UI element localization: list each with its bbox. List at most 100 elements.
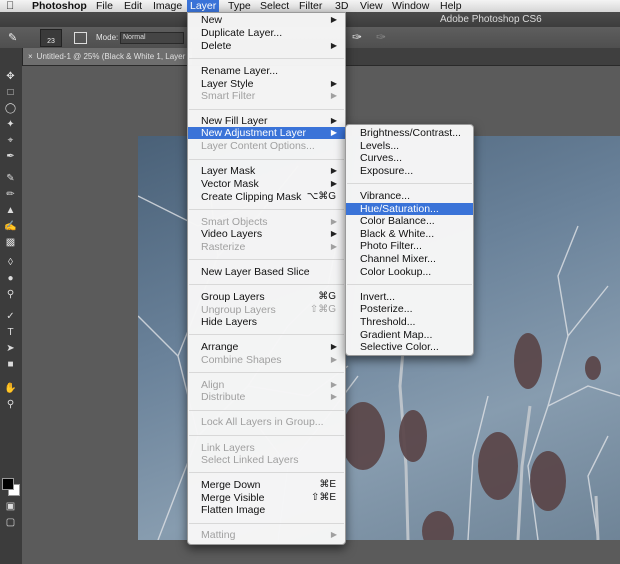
shortcut-label: ⇧⌘E (310, 492, 336, 503)
menu-item-rename-layer[interactable]: Rename Layer... (188, 65, 345, 77)
menu-edit[interactable]: Edit (121, 0, 145, 12)
menu-item-distribute: Distribute ▶ (201, 391, 337, 403)
menu-item-hue-saturation[interactable]: Hue/Saturation... (346, 203, 473, 215)
clone-stamp-tool-icon[interactable]: ▲ (3, 204, 18, 217)
blur-tool-icon[interactable]: ● (3, 272, 18, 285)
quick-mask-icon[interactable]: ▣ (3, 500, 18, 513)
screen-mode-icon[interactable]: ▢ (3, 516, 18, 529)
menu-item-vibrance[interactable]: Vibrance... (346, 190, 473, 202)
menu-item-vector-mask[interactable]: Vector Mask ▶ (188, 178, 345, 190)
menu-item-color-balance[interactable]: Color Balance... (346, 215, 473, 227)
hand-tool-icon[interactable]: ✋ (3, 382, 18, 395)
history-brush-tool-icon[interactable]: ✍ (3, 220, 18, 233)
menu-3d[interactable]: 3D (332, 0, 351, 12)
menu-item-exposure[interactable]: Exposure... (346, 165, 473, 177)
menu-separator (189, 472, 344, 473)
menu-item-curves[interactable]: Curves... (346, 152, 473, 164)
apple-icon[interactable]:  (6, 0, 14, 12)
quick-select-tool-icon[interactable]: ✦ (3, 118, 18, 131)
paint-bucket-tool-icon[interactable]: ◊ (3, 256, 18, 269)
menu-item-selective-color[interactable]: Selective Color... (346, 341, 473, 353)
menu-separator (189, 435, 344, 436)
mode-select[interactable]: Normal (120, 32, 184, 44)
close-icon[interactable]: × (22, 52, 37, 61)
menu-separator (189, 284, 344, 285)
submenu-arrow-icon: ▶ (330, 229, 337, 238)
brush-size: 23 (47, 38, 55, 45)
healing-brush-tool-icon[interactable]: ✎ (3, 172, 18, 185)
menu-item-layer-mask[interactable]: Layer Mask ▶ (188, 165, 345, 177)
menu-item-invert[interactable]: Invert... (346, 291, 473, 303)
document-tab[interactable]: × Untitled-1 @ 25% (Black & White 1, Laye… (22, 48, 192, 65)
path-selection-tool-icon[interactable]: ➤ (3, 342, 18, 355)
pen-tool-icon[interactable]: ✓ (3, 310, 18, 323)
rectangle-tool-icon[interactable]: ■ (3, 358, 18, 371)
menu-item-group-layers[interactable]: Group Layers ⌘G (188, 291, 345, 303)
submenu-arrow-icon: ▶ (330, 41, 337, 50)
menu-item-black-white[interactable]: Black & White... (346, 228, 473, 240)
brush-panel-icon[interactable] (74, 32, 87, 44)
pressure-size-icon[interactable]: ✑ (376, 30, 386, 44)
shortcut-label: ⌥⌘G (306, 191, 336, 202)
foreground-color-swatch[interactable] (2, 478, 14, 490)
menu-view[interactable]: View (357, 0, 386, 12)
brush-tool-icon-panel[interactable]: ✏ (3, 188, 18, 201)
eyedropper-tool-icon[interactable]: ✒ (3, 150, 18, 163)
menu-item-video-layers[interactable]: Video Layers ▶ (188, 228, 345, 240)
submenu-arrow-icon: ▶ (330, 217, 337, 226)
menu-image[interactable]: Image (150, 0, 185, 12)
zoom-tool-icon[interactable]: ⚲ (3, 398, 18, 411)
menu-item-arrange[interactable]: Arrange ▶ (188, 341, 345, 353)
menu-item-layer-style[interactable]: Layer Style ▶ (188, 78, 345, 90)
move-tool-icon[interactable]: ✥ (3, 70, 18, 83)
menu-item-channel-mixer[interactable]: Channel Mixer... (346, 253, 473, 265)
menu-item-duplicate-layer[interactable]: Duplicate Layer... (188, 27, 345, 39)
menu-item-delete[interactable]: Delete ▶ (188, 40, 345, 52)
menu-item-new-adjustment-layer[interactable]: New Adjustment Layer ▶ (188, 127, 345, 139)
menu-item-new-fill-layer[interactable]: New Fill Layer ▶ (188, 115, 345, 127)
menu-item-flatten-image[interactable]: Flatten Image (188, 504, 345, 516)
type-tool-icon[interactable]: T (3, 326, 18, 339)
menu-item-matting: Matting ▶ (201, 529, 337, 541)
menu-window[interactable]: Window (389, 0, 432, 12)
menu-item-smart-objects: Smart Objects ▶ (201, 216, 337, 228)
app-title: Adobe Photoshop CS6 (440, 14, 542, 25)
menu-item-merge-down[interactable]: Merge Down ⌘E (188, 479, 345, 491)
shortcut-label: ⌘E (319, 479, 336, 490)
dodge-tool-icon[interactable]: ⚲ (3, 288, 18, 301)
menu-item-brightness-contrast[interactable]: Brightness/Contrast... (346, 127, 473, 139)
menu-layer[interactable]: Layer (187, 0, 220, 12)
marquee-tool-icon[interactable]: □ (3, 86, 18, 99)
menu-help[interactable]: Help (437, 0, 465, 12)
menu-separator (347, 183, 472, 184)
menu-item-select-linked-layers: Select Linked Layers (201, 454, 299, 466)
tools-panel: ✥ □ ◯ ✦ ⌖ ✒ ✎ ✏ ▲ ✍ ▩ ◊ ● ⚲ ✓ T ➤ ■ ✋ ⚲ … (0, 48, 23, 564)
menu-item-levels[interactable]: Levels... (346, 140, 473, 152)
menu-file[interactable]: File (93, 0, 116, 12)
crop-tool-icon[interactable]: ⌖ (3, 134, 18, 147)
menu-item-rasterize: Rasterize ▶ (201, 241, 337, 253)
brush-tool-icon[interactable]: ✎ (8, 31, 24, 44)
menu-item-gradient-map[interactable]: Gradient Map... (346, 329, 473, 341)
menu-item-new[interactable]: New ▶ (188, 14, 345, 26)
document-tab-title: Untitled-1 @ 25% (Black & White 1, Layer… (36, 52, 192, 61)
menu-item-create-clipping-mask[interactable]: Create Clipping Mask ⌥⌘G (188, 191, 345, 203)
menu-separator (189, 523, 344, 524)
menu-item-color-lookup[interactable]: Color Lookup... (346, 266, 473, 278)
pressure-opacity-icon[interactable]: ✑ (352, 30, 362, 44)
lasso-tool-icon[interactable]: ◯ (3, 102, 18, 115)
brush-preset-picker[interactable]: 23 (40, 29, 62, 47)
menu-separator (189, 209, 344, 210)
menu-item-new-layer-based-slice[interactable]: New Layer Based Slice (188, 266, 345, 278)
menu-filter[interactable]: Filter (296, 0, 325, 12)
menu-item-posterize[interactable]: Posterize... (346, 303, 473, 315)
menu-select[interactable]: Select (257, 0, 292, 12)
shortcut-label: ⇧⌘G (309, 304, 336, 315)
menu-item-merge-visible[interactable]: Merge Visible ⇧⌘E (188, 492, 345, 504)
menu-type[interactable]: Type (225, 0, 254, 12)
menu-photoshop[interactable]: Photoshop (29, 0, 90, 12)
menu-item-hide-layers[interactable]: Hide Layers (188, 316, 345, 328)
eraser-tool-icon[interactable]: ▩ (3, 236, 18, 249)
menu-item-threshold[interactable]: Threshold... (346, 316, 473, 328)
menu-item-photo-filter[interactable]: Photo Filter... (346, 240, 473, 252)
